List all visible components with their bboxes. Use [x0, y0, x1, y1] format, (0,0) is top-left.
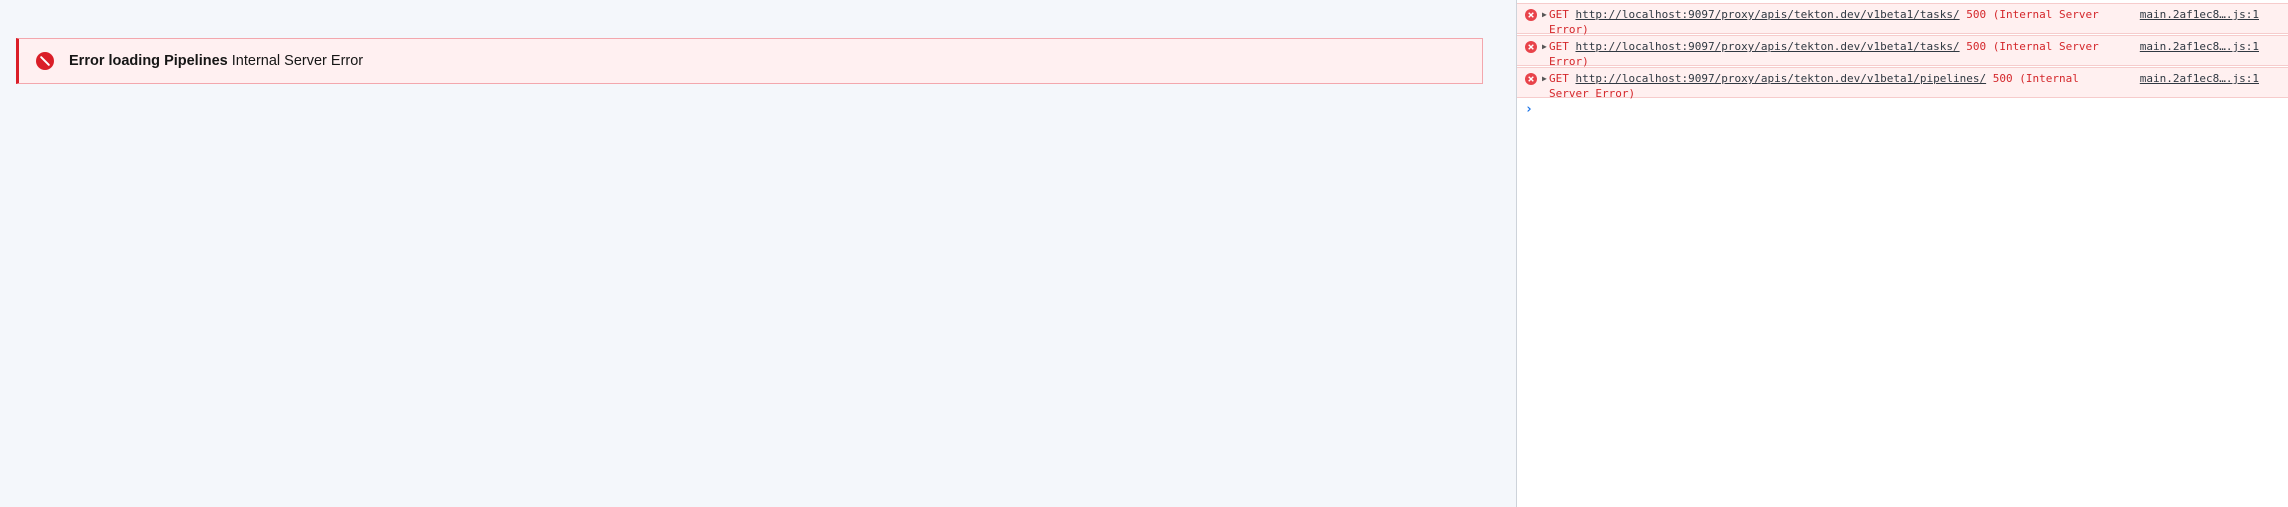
app-content: Error loading Pipelines Internal Server … — [0, 0, 1516, 507]
expand-triangle-icon[interactable]: ▶ — [1542, 42, 1547, 51]
screen: Error loading Pipelines Internal Server … — [0, 0, 2288, 507]
console-error-row[interactable]: ▶ GET http://localhost:9097/proxy/apis/t… — [1517, 67, 2288, 101]
request-method: GET — [1549, 72, 1569, 85]
error-notification: Error loading Pipelines Internal Server … — [16, 38, 1483, 84]
console-prompt[interactable]: › — [1525, 102, 1533, 117]
console-message: GET http://localhost:9097/proxy/apis/tek… — [1549, 7, 2109, 37]
request-url-link[interactable]: http://localhost:9097/proxy/apis/tekton.… — [1576, 40, 1960, 53]
error-circle-icon — [1525, 73, 1537, 85]
source-link[interactable]: main.2af1ec8….js:1 — [2140, 7, 2259, 22]
source-link[interactable]: main.2af1ec8….js:1 — [2140, 71, 2259, 86]
console-error-row[interactable]: ▶ GET http://localhost:9097/proxy/apis/t… — [1517, 3, 2288, 37]
console-message: GET http://localhost:9097/proxy/apis/tek… — [1549, 71, 2109, 101]
expand-triangle-icon[interactable]: ▶ — [1542, 74, 1547, 83]
notification-title: Error loading Pipelines — [69, 53, 228, 69]
expand-triangle-icon[interactable]: ▶ — [1542, 10, 1547, 19]
request-method: GET — [1549, 8, 1569, 21]
devtools-console: ▶ GET http://localhost:9097/proxy/apis/t… — [1516, 0, 2288, 507]
console-error-row[interactable]: ▶ GET http://localhost:9097/proxy/apis/t… — [1517, 35, 2288, 69]
source-link[interactable]: main.2af1ec8….js:1 — [2140, 39, 2259, 54]
error-filled-icon — [36, 52, 54, 70]
error-circle-icon — [1525, 9, 1537, 21]
notification-text: Error loading Pipelines Internal Server … — [69, 53, 363, 69]
console-message: GET http://localhost:9097/proxy/apis/tek… — [1549, 39, 2109, 69]
request-method: GET — [1549, 40, 1569, 53]
error-circle-icon — [1525, 41, 1537, 53]
request-url-link[interactable]: http://localhost:9097/proxy/apis/tekton.… — [1576, 8, 1960, 21]
request-url-link[interactable]: http://localhost:9097/proxy/apis/tekton.… — [1576, 72, 1987, 85]
notification-subtitle: Internal Server Error — [231, 53, 364, 69]
